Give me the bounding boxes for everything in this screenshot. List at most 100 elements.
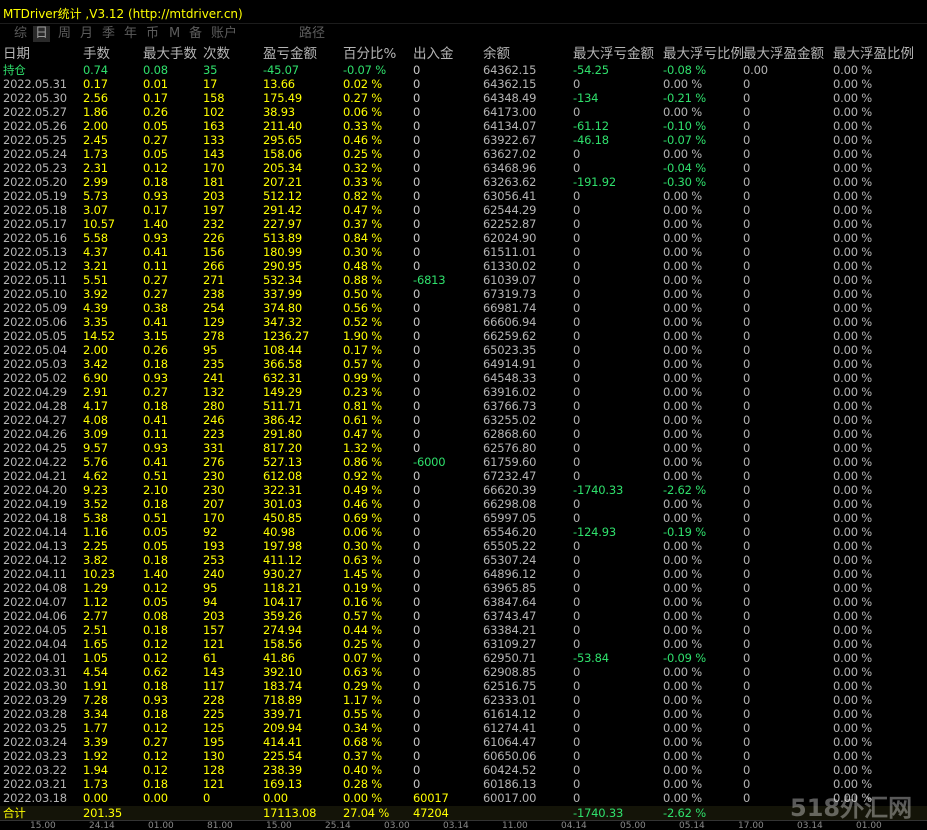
table-row[interactable]: 2022.05.23 2.31 0.12 170 205.34 0.32 % 0 63468.… — [0, 161, 927, 175]
table-row[interactable]: 2022.05.18 3.07 0.17 197 291.42 0.47 % 0 62544.… — [0, 203, 927, 217]
table-row[interactable]: 2022.05.26 2.00 0.05 163 211.40 0.33 % 0 64134.… — [0, 119, 927, 133]
table-row[interactable]: 2022.05.10 3.92 0.27 238 337.99 0.50 % 0 67319.… — [0, 287, 927, 301]
table-row[interactable]: 2022.04.01 1.05 0.12 61 41.86 0.07 % 0 62950.71… — [0, 651, 927, 665]
table-row[interactable]: 2022.04.20 9.23 2.10 230 322.31 0.49 % 0 66620.… — [0, 483, 927, 497]
table-row[interactable]: 2022.04.27 4.08 0.41 246 386.42 0.61 % 0 63255.… — [0, 413, 927, 427]
cell-balance: 60186.13 — [483, 777, 537, 791]
table-row[interactable]: 2022.04.11 10.23 1.40 240 930.27 1.45 % 0 64896… — [0, 567, 927, 581]
table-row[interactable]: 2022.05.20 2.99 0.18 181 207.21 0.33 % 0 63263.… — [0, 175, 927, 189]
table-row[interactable]: 2022.05.11 5.51 0.27 271 532.34 0.88 % -6813 61… — [0, 273, 927, 287]
table-row[interactable]: 2022.04.22 5.76 0.41 276 527.13 0.86 % -6000 61… — [0, 455, 927, 469]
table-row[interactable]: 2022.04.07 1.12 0.05 94 104.17 0.16 % 0 63847.6… — [0, 595, 927, 609]
col-max-lots[interactable]: 最大手数 — [143, 45, 197, 63]
cell-balance: 63263.62 — [483, 175, 537, 189]
table-row[interactable]: 2022.03.31 4.54 0.62 143 392.10 0.63 % 0 62908.… — [0, 665, 927, 679]
cell-count: 163 — [203, 119, 225, 133]
table-row[interactable]: 2022.05.17 10.57 1.40 232 227.97 0.37 % 0 62252… — [0, 217, 927, 231]
table-row[interactable]: 2022.04.21 4.62 0.51 230 612.08 0.92 % 0 67232.… — [0, 469, 927, 483]
tab-currency[interactable]: 币 — [146, 26, 159, 42]
table-row[interactable]: 2022.05.12 3.21 0.11 266 290.95 0.48 % 0 61330.… — [0, 259, 927, 273]
tab-account[interactable]: 账户 — [211, 26, 237, 42]
table-row[interactable]: 2022.04.13 2.25 0.05 193 197.98 0.30 % 0 65505.… — [0, 539, 927, 553]
table-row[interactable]: 2022.03.18 0.00 0.00 0 0.00 0.00 % 60017 60017.… — [0, 791, 927, 805]
col-lots[interactable]: 手数 — [83, 45, 110, 63]
cell-date: 2022.05.20 — [3, 175, 67, 189]
cell-percent: 0.30 % — [343, 245, 382, 259]
table-row[interactable]: 2022.03.24 3.39 0.27 195 414.41 0.68 % 0 61064.… — [0, 735, 927, 749]
col-max-float-profit-pct[interactable]: 最大浮盈比例 — [833, 45, 914, 63]
table-row[interactable]: 2022.04.25 9.57 0.93 331 817.20 1.32 % 0 62576.… — [0, 441, 927, 455]
table-row[interactable]: 2022.05.25 2.45 0.27 133 295.65 0.46 % 0 63922.… — [0, 133, 927, 147]
holding-row[interactable]: 持仓 0.74 0.08 35 -45.07 -0.07 % 0 64362.15 -54.25… — [0, 63, 927, 77]
cell-max-float-profit: 0 — [743, 651, 751, 665]
tab-magic[interactable]: M — [169, 26, 180, 42]
cell-max-lots: 0.18 — [143, 553, 168, 567]
cell-balance: 60017.00 — [483, 791, 537, 805]
cell-max-float-loss: 0 — [573, 441, 581, 455]
col-date[interactable]: 日期 — [3, 45, 30, 63]
table-row[interactable]: 2022.05.05 14.52 3.15 278 1236.27 1.90 % 0 6625… — [0, 329, 927, 343]
table-row[interactable]: 2022.03.22 1.94 0.12 128 238.39 0.40 % 0 60424.… — [0, 763, 927, 777]
table-row[interactable]: 2022.04.04 1.65 0.12 121 158.56 0.25 % 0 63109.… — [0, 637, 927, 651]
table-row[interactable]: 2022.05.03 3.42 0.18 235 366.58 0.57 % 0 64914.… — [0, 357, 927, 371]
tab-monthly[interactable]: 月 — [80, 26, 93, 42]
table-row[interactable]: 2022.05.13 4.37 0.41 156 180.99 0.30 % 0 61511.… — [0, 245, 927, 259]
col-max-float-loss-pct[interactable]: 最大浮亏比例 — [663, 45, 744, 63]
col-count[interactable]: 次数 — [203, 45, 230, 63]
tab-weekly[interactable]: 周 — [58, 26, 71, 42]
table-row[interactable]: 2022.05.16 5.58 0.93 226 513.89 0.84 % 0 62024.… — [0, 231, 927, 245]
cell-count: 143 — [203, 147, 225, 161]
table-row[interactable]: 2022.05.19 5.73 0.93 203 512.12 0.82 % 0 63056.… — [0, 189, 927, 203]
cell-max-float-profit-pct: 0.00 % — [833, 105, 872, 119]
axis-tick-label: 24.14 — [89, 821, 115, 830]
cell-percent: 0.06 % — [343, 525, 382, 539]
table-row[interactable]: 2022.04.26 3.09 0.11 223 291.80 0.47 % 0 62868.… — [0, 427, 927, 441]
tab-path[interactable]: 路径 — [299, 26, 325, 42]
cell-max-float-profit: 0 — [743, 427, 751, 441]
col-max-float-profit[interactable]: 最大浮盈金额 — [743, 45, 824, 63]
table-row[interactable]: 2022.03.29 7.28 0.93 228 718.89 1.17 % 0 62333.… — [0, 693, 927, 707]
table-row[interactable]: 2022.03.23 1.92 0.12 130 225.54 0.37 % 0 60650.… — [0, 749, 927, 763]
table-row[interactable]: 2022.03.30 1.91 0.18 117 183.74 0.29 % 0 62516.… — [0, 679, 927, 693]
table-row[interactable]: 2022.05.09 4.39 0.38 254 374.80 0.56 % 0 66981.… — [0, 301, 927, 315]
table-row[interactable]: 2022.05.30 2.56 0.17 158 175.49 0.27 % 0 64348.… — [0, 91, 927, 105]
tab-summary[interactable]: 综 — [14, 26, 27, 42]
table-row[interactable]: 2022.03.28 3.34 0.18 225 339.71 0.55 % 0 61614.… — [0, 707, 927, 721]
table-row[interactable]: 2022.05.04 2.00 0.26 95 108.44 0.17 % 0 65023.3… — [0, 343, 927, 357]
cell-deposit: 0 — [413, 175, 421, 189]
cell-max-float-profit: 0 — [743, 399, 751, 413]
cell-max-lots: 0.05 — [143, 539, 168, 553]
table-row[interactable]: 2022.05.31 0.17 0.01 17 13.66 0.02 % 0 64362.15… — [0, 77, 927, 91]
table-row[interactable]: 2022.03.21 1.73 0.18 121 169.13 0.28 % 0 60186.… — [0, 777, 927, 791]
col-max-float-loss[interactable]: 最大浮亏金额 — [573, 45, 654, 63]
col-balance[interactable]: 余额 — [483, 45, 510, 63]
table-row[interactable]: 2022.05.27 1.86 0.26 102 38.93 0.06 % 0 64173.0… — [0, 105, 927, 119]
table-row[interactable]: 2022.04.18 5.38 0.51 170 450.85 0.69 % 0 65997.… — [0, 511, 927, 525]
table-row[interactable]: 2022.04.14 1.16 0.05 92 40.98 0.06 % 0 65546.20… — [0, 525, 927, 539]
tab-notes[interactable]: 备 — [189, 26, 202, 42]
table-row[interactable]: 2022.04.08 1.29 0.12 95 118.21 0.19 % 0 63965.8… — [0, 581, 927, 595]
cell-max-float-loss: 0 — [573, 455, 581, 469]
cell-count: 223 — [203, 427, 225, 441]
table-row[interactable]: 2022.04.12 3.82 0.18 253 411.12 0.63 % 0 65307.… — [0, 553, 927, 567]
table-row[interactable]: 2022.04.29 2.91 0.27 132 149.29 0.23 % 0 63916.… — [0, 385, 927, 399]
cell-max-lots: 0.05 — [143, 595, 168, 609]
cell-max-float-profit-pct: 0.00 % — [833, 749, 872, 763]
table-row[interactable]: 2022.04.06 2.77 0.08 203 359.26 0.57 % 0 63743.… — [0, 609, 927, 623]
tab-daily[interactable]: 日 — [33, 26, 51, 42]
tab-yearly[interactable]: 年 — [124, 26, 137, 42]
table-row[interactable]: 2022.05.06 3.35 0.41 129 347.32 0.52 % 0 66606.… — [0, 315, 927, 329]
col-profit[interactable]: 盈亏金额 — [263, 45, 317, 63]
table-row[interactable]: 2022.04.05 2.51 0.18 157 274.94 0.44 % 0 63384.… — [0, 623, 927, 637]
table-row[interactable]: 2022.05.24 1.73 0.05 143 158.06 0.25 % 0 63627.… — [0, 147, 927, 161]
table-row[interactable]: 2022.04.28 4.17 0.18 280 511.71 0.81 % 0 63766.… — [0, 399, 927, 413]
col-deposit[interactable]: 出入金 — [413, 45, 454, 63]
cell-date: 2022.04.07 — [3, 595, 67, 609]
table-row[interactable]: 2022.04.19 3.52 0.18 207 301.03 0.46 % 0 66298.… — [0, 497, 927, 511]
table-row[interactable]: 2022.03.25 1.77 0.12 125 209.94 0.34 % 0 61274.… — [0, 721, 927, 735]
cell-count: 266 — [203, 259, 225, 273]
table-row[interactable]: 2022.05.02 6.90 0.93 241 632.31 0.99 % 0 64548.… — [0, 371, 927, 385]
tab-quarterly[interactable]: 季 — [102, 26, 115, 42]
col-percent[interactable]: 百分比% — [343, 45, 396, 63]
cell-percent: 0.07 % — [343, 651, 382, 665]
